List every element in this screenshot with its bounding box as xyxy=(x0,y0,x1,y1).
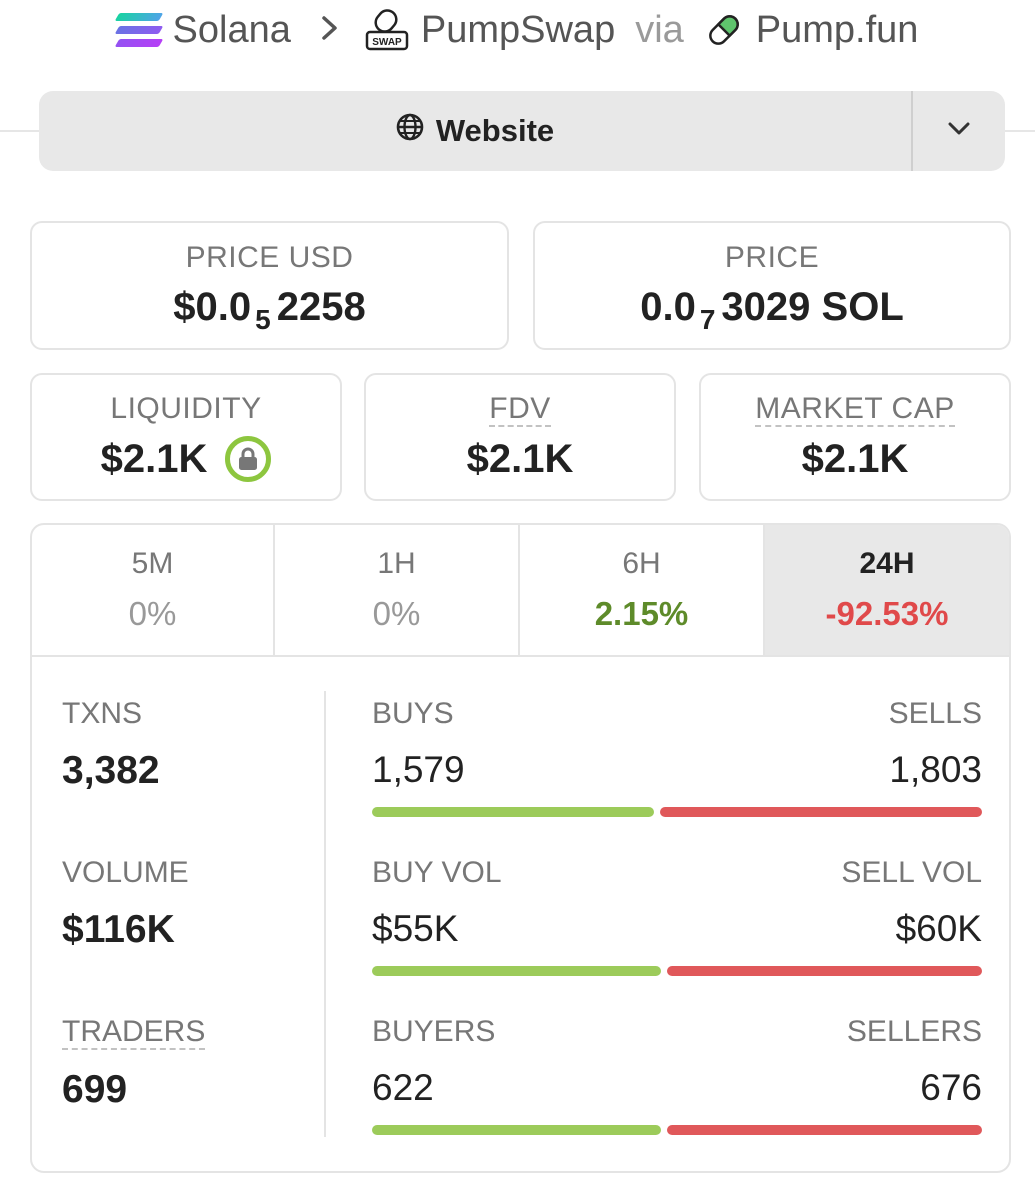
tab-1h-label: 1H xyxy=(377,547,416,580)
pumpswap-icon: SWAP xyxy=(365,8,409,52)
market-cap-card: MARKET CAP $2.1K xyxy=(699,373,1011,501)
price-native-value: 0.0 7 3029 SOL xyxy=(640,285,904,335)
sell-vol-bar-segment xyxy=(666,966,982,976)
timeframe-tabs: 5M 0% 1H 0% 6H 2.15% 24H -92.53% xyxy=(32,525,1009,657)
divider-right xyxy=(1004,130,1035,132)
breadcrumb-chain[interactable]: Solana xyxy=(114,8,291,52)
sells-value: 1,803 xyxy=(889,749,982,790)
buy-vol-bar-segment xyxy=(372,966,661,976)
divider-left xyxy=(0,130,40,132)
buy-sell-vol-bar xyxy=(372,966,982,976)
buys-sells-stat: BUYS SELLS 1,579 1,803 xyxy=(372,697,982,817)
market-cap-label[interactable]: MARKET CAP xyxy=(755,392,955,427)
tab-5m-label: 5M xyxy=(131,547,174,580)
price-usd-card: PRICE USD $0.0 5 2258 xyxy=(30,221,509,350)
price-native-subscript: 7 xyxy=(699,303,716,335)
tab-1h-change: 0% xyxy=(372,595,421,632)
buys-bar-segment xyxy=(372,807,655,817)
buyers-sellers-bar xyxy=(372,1125,982,1135)
traders-value: 699 xyxy=(62,1068,128,1111)
buyers-bar-segment xyxy=(372,1125,662,1135)
fdv-label[interactable]: FDV xyxy=(489,392,551,427)
buyers-label: BUYERS xyxy=(372,1015,496,1048)
tab-6h-change: 2.15% xyxy=(594,595,689,632)
txns-value: 3,382 xyxy=(62,749,160,792)
fdv-card: FDV $2.1K xyxy=(364,373,676,501)
sells-bar-segment xyxy=(660,807,982,817)
liquidity-value-row: $2.1K xyxy=(101,436,272,482)
liquidity-label: LIQUIDITY xyxy=(110,392,262,425)
dex-label: PumpSwap xyxy=(420,8,616,51)
stats-rows: TXNS 3,382 VOLUME $116K TRADERS 699 BUYS… xyxy=(32,657,1009,1171)
price-native-label: PRICE xyxy=(724,241,820,274)
tab-24h-change: -92.53% xyxy=(825,595,949,632)
pill-icon xyxy=(704,10,744,50)
tab-24h-label: 24H xyxy=(859,547,915,580)
txns-stat: TXNS 3,382 xyxy=(62,697,160,793)
sell-vol-label: SELL VOL xyxy=(841,856,982,889)
price-usd-value: $0.0 5 2258 xyxy=(173,285,366,335)
price-usd-subscript: 5 xyxy=(255,303,271,335)
tab-24h[interactable]: 24H -92.53% xyxy=(765,525,1009,655)
fdv-value: $2.1K xyxy=(466,437,574,481)
buy-sell-vol-stat: BUY VOL SELL VOL $55K $60K xyxy=(372,856,982,976)
volume-stat: VOLUME $116K xyxy=(62,856,189,952)
breadcrumb: Solana SWAP PumpSwap via Pump.fun xyxy=(0,0,1035,60)
volume-value: $116K xyxy=(62,908,175,951)
stats-divider xyxy=(324,691,326,1137)
buy-vol-label: BUY VOL xyxy=(372,856,502,889)
solana-icon xyxy=(114,13,163,47)
chain-label: Solana xyxy=(172,8,291,51)
price-native-card: PRICE 0.0 7 3029 SOL xyxy=(533,221,1011,350)
chevron-right-icon xyxy=(321,12,339,49)
sells-label: SELLS xyxy=(888,697,982,730)
price-native-prefix: 0.0 xyxy=(640,285,696,329)
price-usd-label: PRICE USD xyxy=(185,241,354,274)
tab-1h[interactable]: 1H 0% xyxy=(275,525,520,655)
lock-icon[interactable] xyxy=(225,436,272,482)
stats-panel: 5M 0% 1H 0% 6H 2.15% 24H -92.53% TXNS 3,… xyxy=(30,523,1011,1173)
sellers-label: SELLERS xyxy=(846,1015,982,1048)
market-cap-value: $2.1K xyxy=(801,437,909,481)
globe-icon xyxy=(396,113,424,149)
chevron-down-icon xyxy=(947,121,971,142)
buys-value: 1,579 xyxy=(372,749,465,790)
txns-label: TXNS xyxy=(62,697,143,730)
traders-label[interactable]: TRADERS xyxy=(62,1015,206,1050)
price-usd-digits: 2258 xyxy=(276,285,366,329)
liquidity-card: LIQUIDITY $2.1K xyxy=(30,373,342,501)
launchpad-label: Pump.fun xyxy=(755,8,919,51)
buys-sells-bar xyxy=(372,807,982,817)
buys-label: BUYS xyxy=(372,697,454,730)
website-button[interactable]: Website xyxy=(39,91,911,171)
tab-5m-change: 0% xyxy=(128,595,177,632)
sell-vol-value: $60K xyxy=(895,908,982,949)
website-selector: Website xyxy=(39,91,1005,171)
buyers-value: 622 xyxy=(372,1067,434,1108)
website-dropdown-toggle[interactable] xyxy=(913,91,1005,171)
volume-label: VOLUME xyxy=(62,856,189,889)
sellers-bar-segment xyxy=(667,1125,982,1135)
website-label: Website xyxy=(435,113,555,148)
sellers-value: 676 xyxy=(920,1067,982,1108)
price-native-digits: 3029 SOL xyxy=(721,285,904,329)
tab-5m[interactable]: 5M 0% xyxy=(32,525,275,655)
liquidity-value: $2.1K xyxy=(100,436,208,481)
via-label: via xyxy=(635,8,684,51)
breadcrumb-launchpad[interactable]: Pump.fun xyxy=(704,8,919,52)
tab-6h-label: 6H xyxy=(622,547,661,580)
buyers-sellers-stat: BUYERS SELLERS 622 676 xyxy=(372,1015,982,1135)
swap-badge-text: SWAP xyxy=(372,37,402,48)
price-usd-prefix: $0.0 xyxy=(173,285,252,329)
buy-vol-value: $55K xyxy=(372,908,459,949)
tab-6h[interactable]: 6H 2.15% xyxy=(520,525,765,655)
breadcrumb-dex[interactable]: SWAP PumpSwap xyxy=(365,8,615,52)
traders-stat: TRADERS 699 xyxy=(62,1015,206,1112)
